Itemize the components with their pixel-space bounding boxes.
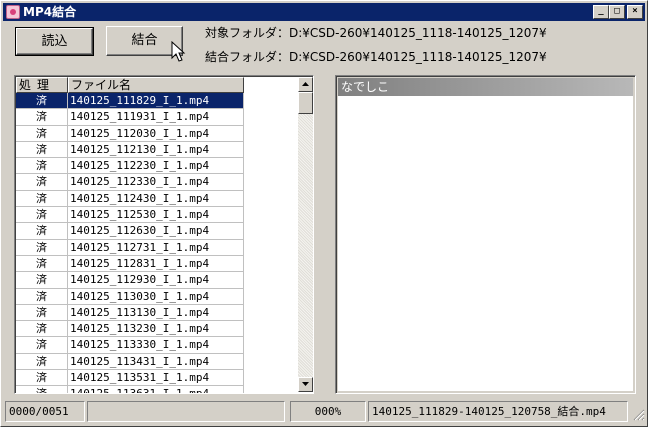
row-status: 済: [16, 125, 68, 142]
target-folder-label: 対象フォルダ：D:¥CSD-260¥140125_1118-140125_120…: [205, 26, 547, 40]
row-status: 済: [16, 272, 68, 289]
row-filename: 140125_113431_I_1.mp4: [68, 353, 244, 371]
maximize-button[interactable]: □: [609, 5, 625, 19]
app-window: MP4結合 _ □ × 読込 結合 対象フォルダ：D:¥CSD-260¥1401…: [0, 0, 648, 427]
scroll-down-button[interactable]: [298, 377, 313, 392]
table-row[interactable]: 済 140125_112930_I_1.mp4: [16, 272, 244, 289]
row-filename: 140125_111931_I_1.mp4: [68, 109, 244, 126]
file-list[interactable]: 処理 ファイル名 済 140125_111829_I_1.mp4 済 140125_1…: [14, 75, 314, 394]
table-row[interactable]: 済 140125_112030_I_1.mp4: [16, 125, 244, 142]
scroll-up-button[interactable]: [298, 77, 313, 92]
preview-title: なでしこ: [338, 78, 633, 96]
percent-status: 000%: [290, 401, 366, 422]
row-filename: 140125_112030_I_1.mp4: [68, 125, 244, 142]
row-status: 済: [16, 370, 68, 387]
row-filename: 140125_112430_I_1.mp4: [68, 190, 244, 208]
table-row[interactable]: 済 140125_113330_I_1.mp4: [16, 337, 244, 354]
row-filename: 140125_112831_I_1.mp4: [68, 255, 244, 273]
row-status: 済: [16, 93, 68, 110]
file-list-header: 処理 ファイル名: [16, 77, 244, 93]
table-row[interactable]: 済 140125_111931_I_1.mp4: [16, 109, 244, 126]
row-filename: 140125_112630_I_1.mp4: [68, 223, 244, 240]
row-status: 済: [16, 255, 68, 273]
status-bar: 0000/0051 000% 140125_111829-140125_1207…: [3, 401, 647, 423]
preview-area: なでしこ: [338, 78, 633, 391]
column-header-status[interactable]: 処理: [16, 77, 68, 93]
row-status: 済: [16, 337, 68, 354]
row-filename: 140125_112731_I_1.mp4: [68, 239, 244, 256]
file-count-status: 0000/0051: [5, 401, 85, 422]
table-row[interactable]: 済 140125_113531_I_1.mp4: [16, 370, 244, 387]
row-filename: 140125_113631_I_1.mp4: [68, 386, 244, 393]
row-filename: 140125_112530_I_1.mp4: [68, 207, 244, 224]
table-row[interactable]: 済 140125_112831_I_1.mp4: [16, 255, 244, 273]
row-status: 済: [16, 141, 68, 159]
table-row[interactable]: 済 140125_112130_I_1.mp4: [16, 141, 244, 159]
row-status: 済: [16, 190, 68, 208]
table-row[interactable]: 済 140125_113030_I_1.mp4: [16, 288, 244, 305]
row-filename: 140125_112230_I_1.mp4: [68, 158, 244, 175]
progress-status: [87, 401, 285, 422]
row-status: 済: [16, 223, 68, 240]
row-filename: 140125_113130_I_1.mp4: [68, 304, 244, 322]
table-row[interactable]: 済 140125_113230_I_1.mp4: [16, 321, 244, 338]
minimize-button[interactable]: _: [593, 5, 609, 19]
window-controls: _ □ ×: [593, 5, 643, 19]
table-row[interactable]: 済 140125_112731_I_1.mp4: [16, 239, 244, 256]
table-row[interactable]: 済 140125_112530_I_1.mp4: [16, 207, 244, 224]
row-filename: 140125_113230_I_1.mp4: [68, 321, 244, 338]
scroll-thumb[interactable]: [298, 92, 313, 114]
row-filename: 140125_112330_I_1.mp4: [68, 174, 244, 191]
arrow-down-icon: [302, 382, 309, 386]
row-status: 済: [16, 304, 68, 322]
resize-grip-icon[interactable]: [632, 408, 645, 421]
row-status: 済: [16, 353, 68, 371]
output-file-status: 140125_111829-140125_120758_結合.mp4: [368, 401, 628, 422]
table-row[interactable]: 済 140125_113631_I_1.mp4: [16, 386, 244, 393]
row-filename: 140125_111829_I_1.mp4: [68, 93, 244, 110]
table-row[interactable]: 済 140125_112330_I_1.mp4: [16, 174, 244, 191]
table-row[interactable]: 済 140125_111829_I_1.mp4: [16, 93, 244, 110]
row-status: 済: [16, 109, 68, 126]
row-filename: 140125_112930_I_1.mp4: [68, 272, 244, 289]
close-button[interactable]: ×: [627, 5, 643, 19]
table-row[interactable]: 済 140125_112630_I_1.mp4: [16, 223, 244, 240]
row-filename: 140125_113030_I_1.mp4: [68, 288, 244, 305]
table-row[interactable]: 済 140125_113431_I_1.mp4: [16, 353, 244, 371]
column-header-filename[interactable]: ファイル名: [68, 77, 244, 93]
row-filename: 140125_113531_I_1.mp4: [68, 370, 244, 387]
title-bar[interactable]: MP4結合 _ □ ×: [3, 3, 645, 21]
row-filename: 140125_113330_I_1.mp4: [68, 337, 244, 354]
row-filename: 140125_112130_I_1.mp4: [68, 141, 244, 159]
app-icon[interactable]: [6, 5, 20, 19]
row-status: 済: [16, 288, 68, 305]
read-button[interactable]: 読込: [15, 27, 94, 56]
table-row[interactable]: 済 140125_112230_I_1.mp4: [16, 158, 244, 175]
mouse-cursor-icon: [171, 41, 186, 62]
row-status: 済: [16, 158, 68, 175]
row-status: 済: [16, 174, 68, 191]
table-row[interactable]: 済 140125_113130_I_1.mp4: [16, 304, 244, 322]
row-status: 済: [16, 239, 68, 256]
row-status: 済: [16, 207, 68, 224]
output-folder-label: 結合フォルダ：D:¥CSD-260¥140125_1118-140125_120…: [205, 50, 547, 64]
file-list-rows: 済 140125_111829_I_1.mp4 済 140125_111931_I_1…: [16, 93, 244, 393]
file-list-scrollbar[interactable]: [298, 77, 313, 392]
preview-panel: なでしこ: [335, 75, 636, 394]
row-status: 済: [16, 386, 68, 393]
window-title: MP4結合: [23, 5, 77, 19]
table-row[interactable]: 済 140125_112430_I_1.mp4: [16, 190, 244, 208]
row-status: 済: [16, 321, 68, 338]
arrow-up-icon: [302, 82, 309, 86]
